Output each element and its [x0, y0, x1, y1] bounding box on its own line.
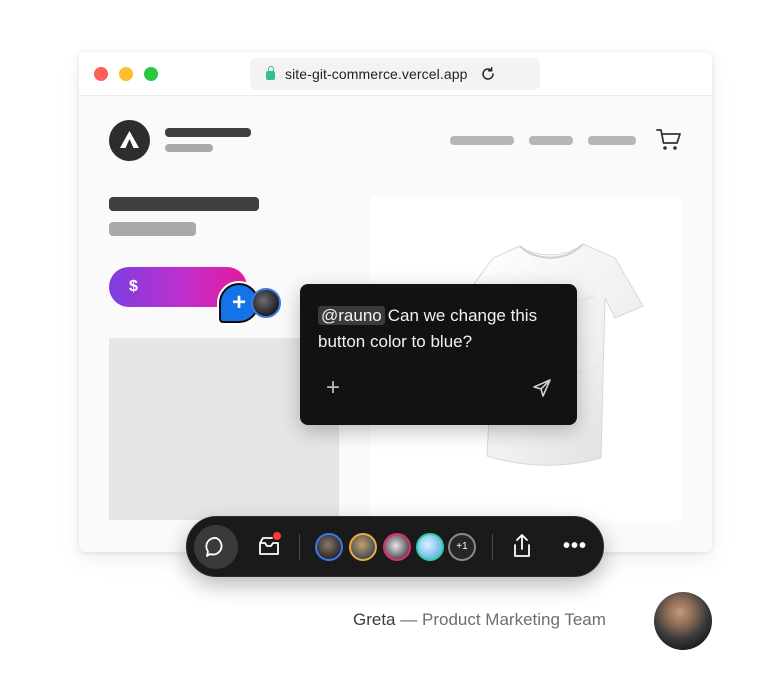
author-role: Product Marketing Team [421, 610, 606, 629]
url-text: site-git-commerce.vercel.app [285, 66, 468, 82]
comment-mode-button[interactable] [194, 525, 238, 569]
notification-badge [273, 532, 281, 540]
comment-popup: @rauno Can we change this button color to… [300, 284, 577, 425]
divider [492, 534, 493, 560]
product-subtitle-placeholder [109, 222, 196, 236]
author-name: Greta [353, 610, 396, 629]
share-icon[interactable] [511, 533, 533, 559]
mention-tag: @rauno [318, 306, 385, 325]
minimize-window-button[interactable] [119, 67, 133, 81]
reload-icon[interactable] [480, 66, 496, 82]
comment-input[interactable]: @rauno Can we change this button color to… [318, 303, 568, 355]
cart-icon[interactable] [656, 128, 682, 152]
author-credit: Greta — Product Marketing Team [353, 610, 606, 630]
browser-titlebar: site-git-commerce.vercel.app [79, 52, 712, 96]
divider [299, 534, 300, 560]
avatar[interactable] [315, 533, 343, 561]
send-icon[interactable] [532, 378, 552, 398]
more-collaborators-badge[interactable]: +1 [448, 533, 476, 561]
add-attachment-button[interactable]: + [326, 376, 340, 400]
site-title-placeholder [165, 128, 251, 137]
avatar [654, 592, 712, 650]
site-subtitle-placeholder [165, 144, 213, 152]
avatar[interactable] [416, 533, 444, 561]
avatar[interactable] [349, 533, 377, 561]
logo-icon[interactable] [109, 120, 150, 161]
more-icon[interactable]: ••• [563, 536, 587, 556]
nav-link-placeholder[interactable] [588, 136, 636, 145]
nav-link-placeholder[interactable] [450, 136, 514, 145]
credit-separator: — [395, 610, 422, 629]
address-bar[interactable]: site-git-commerce.vercel.app [250, 58, 540, 90]
close-window-button[interactable] [94, 67, 108, 81]
nav-link-placeholder[interactable] [529, 136, 573, 145]
avatar[interactable] [383, 533, 411, 561]
collaboration-toolbar: +1 ••• [186, 516, 604, 577]
chat-icon [205, 537, 223, 557]
lock-icon [266, 66, 275, 80]
product-title-placeholder [109, 197, 259, 211]
avatar [251, 288, 281, 318]
maximize-window-button[interactable] [144, 67, 158, 81]
